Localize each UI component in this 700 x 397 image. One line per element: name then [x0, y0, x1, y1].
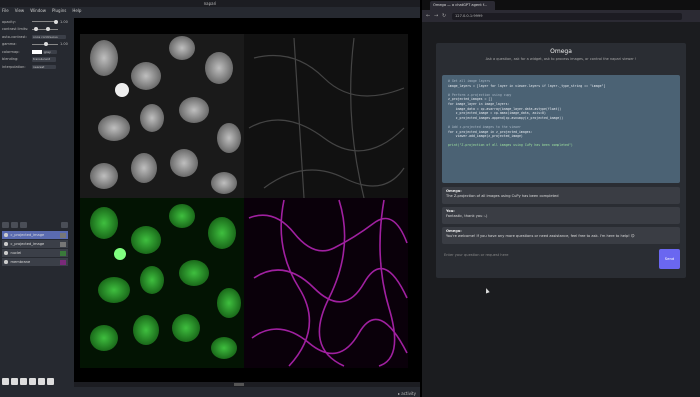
opacity-label: opacity: — [2, 19, 16, 24]
interpolation-combo[interactable]: nearest — [32, 64, 56, 69]
chat-message: You: Fantastic, thank you :-) — [442, 207, 680, 224]
auto-contrast-buttons[interactable]: once continuous — [32, 34, 66, 39]
message-text: The Z-projection of all images using CuP… — [446, 194, 559, 198]
interpolation-label: interpolation: — [2, 64, 26, 69]
menu-help[interactable]: Help — [72, 7, 81, 15]
layer-thumbnail — [60, 232, 66, 238]
grid-icon[interactable] — [38, 378, 45, 385]
new-labels-layer-icon[interactable] — [20, 222, 27, 228]
image-grid — [80, 34, 408, 368]
reload-icon[interactable]: ↻ — [442, 13, 446, 19]
send-button[interactable]: Send — [659, 249, 680, 269]
tab-bar: Omega — a chatGPT agent f... — [422, 0, 700, 10]
green-nuclei-quadrant — [80, 198, 244, 368]
auto-contrast-label: auto-contrast: — [2, 34, 27, 39]
page-title: Omega — [550, 48, 572, 55]
colormap-label: colormap: — [2, 49, 20, 54]
opacity-slider[interactable] — [32, 19, 58, 24]
code-block: # Get all image layers image_layers = [la… — [442, 75, 680, 183]
activity-indicator[interactable]: ▸ activity — [398, 391, 416, 396]
browser-tab[interactable]: Omega — a chatGPT agent f... — [430, 1, 495, 10]
opacity-row: opacity: 1.00 — [0, 18, 70, 26]
navigation-bar: ← → ↻ 127.0.0.1:9999 — [422, 10, 700, 22]
colormap-swatch — [32, 49, 42, 54]
activity-label: activity — [401, 391, 416, 396]
magenta-membrane-quadrant — [244, 198, 408, 368]
layer-name: nuclei — [10, 251, 22, 255]
forward-icon[interactable]: → — [434, 13, 438, 19]
napari-canvas[interactable] — [74, 18, 420, 382]
delete-layer-icon[interactable] — [61, 222, 68, 228]
napari-menubar: File View Window Plugins Help — [0, 7, 420, 15]
napari-titlebar: napari — [0, 0, 420, 7]
url-field[interactable]: 127.0.0.1:9999 — [452, 12, 682, 20]
layer-thumbnail — [60, 250, 66, 256]
gamma-label: gamma: — [2, 42, 17, 47]
question-input[interactable]: Enter your question or request here — [442, 249, 656, 269]
gamma-slider[interactable] — [32, 42, 58, 47]
visibility-eye-icon[interactable] — [4, 251, 8, 255]
layer-thumbnail — [60, 259, 66, 265]
contrast-limits-row: contrast limits: — [0, 26, 70, 34]
menu-file[interactable]: File — [2, 7, 9, 15]
roll-dims-icon[interactable] — [20, 378, 27, 385]
contrast-limits-label: contrast limits: — [2, 27, 29, 32]
chat-message: Omega: The Z-projection of all images us… — [442, 187, 680, 204]
visibility-eye-icon[interactable] — [4, 242, 8, 246]
gray-membrane-quadrant — [244, 34, 408, 199]
visibility-eye-icon[interactable] — [4, 233, 8, 237]
omega-chat-panel: Omega Ask a question, ask for a widget, … — [436, 43, 686, 278]
blending-row: blending: translucent — [0, 56, 70, 64]
gamma-row: gamma: 1.00 — [0, 41, 70, 49]
console-icon[interactable] — [2, 378, 9, 385]
ndisplay-icon[interactable] — [11, 378, 18, 385]
new-shapes-layer-icon[interactable] — [11, 222, 18, 228]
auto-contrast-row: auto-contrast: once continuous — [0, 33, 70, 41]
page-subtitle: Ask a question, ask for a widget, ask to… — [485, 57, 637, 61]
dims-slider[interactable] — [74, 382, 420, 387]
gamma-value: 1.00 — [60, 42, 68, 47]
layer-controls-panel: opacity: 1.00 contrast limits: auto-cont… — [0, 18, 70, 218]
visibility-eye-icon[interactable] — [4, 260, 8, 264]
layers-list: c_projected_image c_projected_image nucl… — [2, 231, 68, 267]
layer-item[interactable]: membrane — [2, 258, 68, 266]
layer-item[interactable]: nuclei — [2, 249, 68, 257]
blending-combo[interactable]: translucent — [32, 57, 56, 62]
code-line: print("Z-projection of all images using … — [448, 143, 573, 148]
new-points-layer-icon[interactable] — [2, 222, 9, 228]
message-text: You're welcome! If you have any more que… — [446, 234, 635, 238]
menu-view[interactable]: View — [15, 7, 25, 15]
menu-window[interactable]: Window — [30, 7, 46, 15]
blending-label: blending: — [2, 57, 19, 62]
colormap-row: colormap: gray — [0, 48, 70, 56]
message-text: Fantastic, thank you :-) — [446, 214, 488, 218]
interpolation-row: interpolation: nearest — [0, 63, 70, 71]
back-icon[interactable]: ← — [426, 13, 430, 19]
dims-slider-thumb[interactable] — [234, 383, 244, 386]
colormap-combo[interactable]: gray — [43, 49, 57, 54]
layer-name: c_projected_image — [10, 233, 45, 237]
layer-item[interactable]: c_projected_image — [2, 240, 68, 248]
browser-window: Omega — a chatGPT agent f... ← → ↻ 127.0… — [422, 0, 700, 397]
chat-message: Omega: You're welcome! If you have any m… — [442, 227, 680, 244]
menu-plugins[interactable]: Plugins — [52, 7, 66, 15]
layer-name: c_projected_image — [10, 242, 45, 246]
viewer-buttons — [2, 378, 54, 385]
layer-buttons — [2, 222, 68, 229]
layer-thumbnail — [60, 241, 66, 247]
home-icon[interactable] — [47, 378, 54, 385]
layer-item[interactable]: c_projected_image — [2, 231, 68, 239]
napari-window: napari File View Window Plugins Help opa… — [0, 0, 420, 397]
transpose-icon[interactable] — [29, 378, 36, 385]
opacity-value: 1.00 — [60, 19, 68, 24]
layer-list-panel: c_projected_image c_projected_image nucl… — [0, 222, 70, 372]
contrast-limits-slider[interactable] — [32, 27, 58, 32]
gray-nuclei-quadrant — [80, 34, 244, 198]
layer-name: membrane — [10, 260, 31, 264]
